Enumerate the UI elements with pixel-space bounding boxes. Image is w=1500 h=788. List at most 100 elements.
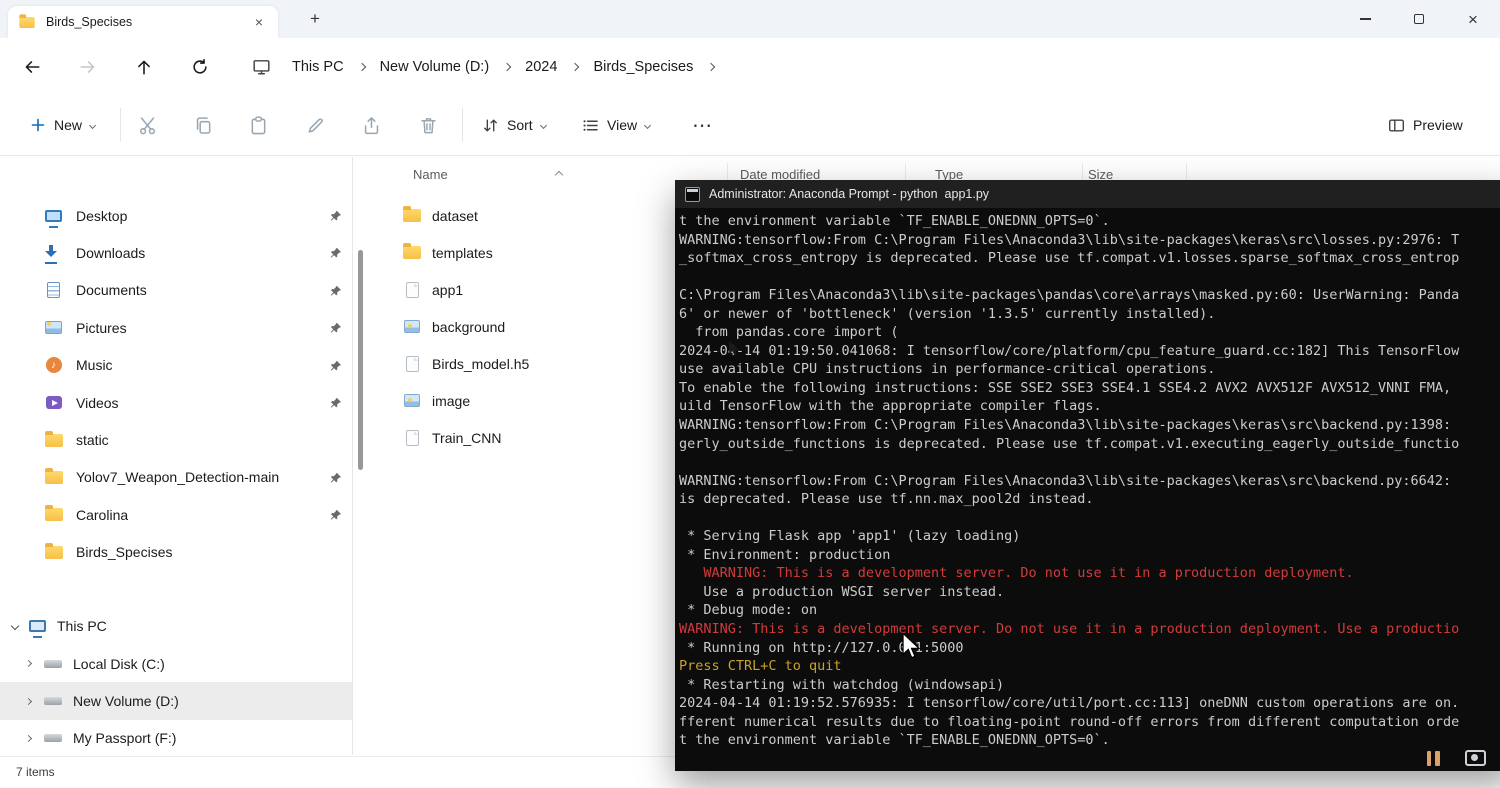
breadcrumb: This PC New Volume (D:) 2024 Birds_Specises <box>238 38 716 95</box>
navigation-bar: This PC New Volume (D:) 2024 Birds_Specises <box>0 38 1500 122</box>
toolbar-separator <box>462 108 463 142</box>
chevron-down-icon <box>644 121 652 129</box>
chevron-right-icon[interactable] <box>571 62 580 71</box>
screen-share-icon <box>1464 750 1486 766</box>
file-row-background[interactable]: background <box>390 308 720 345</box>
drive-icon <box>43 659 62 668</box>
quick-access-list: Desktop Downloads Documents Pictures Music Vi… <box>0 197 352 571</box>
screen-share-button[interactable] <box>1460 744 1490 772</box>
mouse-cursor <box>901 631 922 664</box>
view-button[interactable]: View <box>572 107 660 143</box>
back-button[interactable] <box>17 52 47 82</box>
column-header-name[interactable]: Name <box>413 167 448 182</box>
terminal-line: * Serving Flask app 'app1' (lazy loading… <box>679 528 1021 545</box>
minimize-icon <box>1359 18 1371 20</box>
chevron-right-icon[interactable] <box>24 734 33 743</box>
share-button[interactable] <box>351 113 391 137</box>
refresh-button[interactable] <box>185 52 215 82</box>
file-row-app1[interactable]: app1 <box>390 271 720 308</box>
pin-icon <box>330 396 342 408</box>
item-count: 7 items <box>16 765 55 779</box>
chevron-right-icon[interactable] <box>24 697 33 705</box>
sidebar-item-birds-specises[interactable]: Birds_Specises <box>0 534 352 571</box>
forward-icon <box>80 61 95 73</box>
sidebar-item-my-passport-f[interactable]: My Passport (F:) <box>0 720 352 755</box>
terminal-line: WARNING: This is a development server. D… <box>679 565 1354 582</box>
sidebar-item-label: Videos <box>76 394 119 411</box>
tab-close-icon[interactable] <box>250 13 268 31</box>
new-button[interactable]: New <box>20 107 105 143</box>
sidebar-item-music[interactable]: Music <box>0 347 352 384</box>
sidebar-item-label: Birds_Specises <box>76 544 173 561</box>
cut-button[interactable] <box>127 113 167 137</box>
chevron-down-icon[interactable] <box>10 621 20 630</box>
sort-button[interactable]: Sort <box>472 107 556 143</box>
view-button-label: View <box>607 117 638 133</box>
terminal-line: WARNING:tensorflow:From C:\Program Files… <box>679 231 1460 248</box>
pause-button[interactable] <box>1418 744 1448 772</box>
terminal-title-bar[interactable]: Administrator: Anaconda Prompt - python … <box>675 180 1500 208</box>
copy-button[interactable] <box>183 113 223 137</box>
terminal-line: * Running on http://127.0.0.1:5000 <box>679 639 964 656</box>
breadcrumb-items: This PC New Volume (D:) 2024 Birds_Specises <box>279 55 716 79</box>
sort-ascending-icon <box>554 170 564 180</box>
anaconda-prompt-window[interactable]: Administrator: Anaconda Prompt - python … <box>675 180 1500 771</box>
sidebar-item-pictures[interactable]: Pictures <box>0 309 352 346</box>
close-button[interactable] <box>1446 0 1500 38</box>
sort-button-label: Sort <box>507 117 533 133</box>
sidebar-item-this-pc[interactable]: This PC <box>0 607 352 644</box>
breadcrumb-item-birds-specises[interactable]: Birds_Specises <box>580 55 706 79</box>
sidebar-item-local-disk-c[interactable]: Local Disk (C:) <box>0 645 352 682</box>
file-row-birds-model-h5[interactable]: Birds_model.h5 <box>390 345 720 382</box>
this-pc-icon <box>252 58 271 75</box>
file-row-dataset[interactable]: dataset <box>390 197 720 234</box>
new-tab-button[interactable] <box>303 7 327 31</box>
folder-icon <box>403 206 421 222</box>
file-row-image[interactable]: image <box>390 382 720 419</box>
chevron-right-icon[interactable] <box>357 62 366 71</box>
sidebar-item-documents[interactable]: Documents <box>0 272 352 309</box>
folder-icon <box>44 430 63 447</box>
chevron-right-icon[interactable] <box>502 62 512 71</box>
terminal-output[interactable]: t the environment variable `TF_ENABLE_ON… <box>675 208 1500 771</box>
terminal-line: WARNING:tensorflow:From C:\Program Files… <box>679 417 1452 434</box>
rename-button[interactable] <box>295 113 335 137</box>
sidebar-item-desktop[interactable]: Desktop <box>0 197 352 234</box>
terminal-line: 2024-04-14 01:19:50.041068: I tensorflow… <box>679 342 1460 359</box>
sidebar-item-label: static <box>76 432 109 449</box>
terminal-line: * Restarting with watchdog (windowsapi) <box>679 676 1005 693</box>
maximize-button[interactable] <box>1392 0 1446 38</box>
sidebar-item-videos[interactable]: Videos <box>0 384 352 421</box>
more-options-button[interactable] <box>682 107 722 143</box>
file-row-templates[interactable]: templates <box>390 234 720 271</box>
sidebar-scrollbar[interactable] <box>358 250 363 470</box>
sidebar-item-label: Local Disk (C:) <box>73 655 165 672</box>
forward-button[interactable] <box>73 52 103 82</box>
terminal-line: * Environment: production <box>679 546 891 563</box>
paste-button[interactable] <box>238 113 278 137</box>
breadcrumb-item-this-pc[interactable]: This PC <box>279 55 357 79</box>
file-row-train-cnn[interactable]: Train_CNN <box>390 419 720 456</box>
preview-button-label: Preview <box>1413 117 1463 133</box>
sidebar-item-new-volume-d[interactable]: New Volume (D:) <box>0 682 352 720</box>
copy-icon <box>196 116 210 134</box>
sidebar-item-static[interactable]: static <box>0 421 352 458</box>
pin-icon <box>330 284 342 296</box>
preview-button[interactable]: Preview <box>1378 107 1473 143</box>
chevron-right-icon[interactable] <box>24 660 33 668</box>
minimize-button[interactable] <box>1338 0 1392 38</box>
file-icon <box>405 281 419 298</box>
sidebar-item-yolov7-weapon-detection-main[interactable]: Yolov7_Weapon_Detection-main <box>0 459 352 496</box>
up-button[interactable] <box>129 52 159 82</box>
breadcrumb-item-new-volume-d[interactable]: New Volume (D:) <box>367 55 503 79</box>
sidebar-item-carolina[interactable]: Carolina <box>0 496 352 533</box>
sidebar-item-downloads[interactable]: Downloads <box>0 234 352 271</box>
breadcrumb-item-2024[interactable]: 2024 <box>512 55 570 79</box>
delete-button[interactable] <box>408 113 448 137</box>
sidebar-item-label: Documents <box>76 282 147 299</box>
chevron-right-icon[interactable] <box>707 62 716 71</box>
explorer-tab[interactable]: Birds_Specises <box>8 6 278 38</box>
terminal-line: t the environment variable `TF_ENABLE_ON… <box>679 732 1110 749</box>
